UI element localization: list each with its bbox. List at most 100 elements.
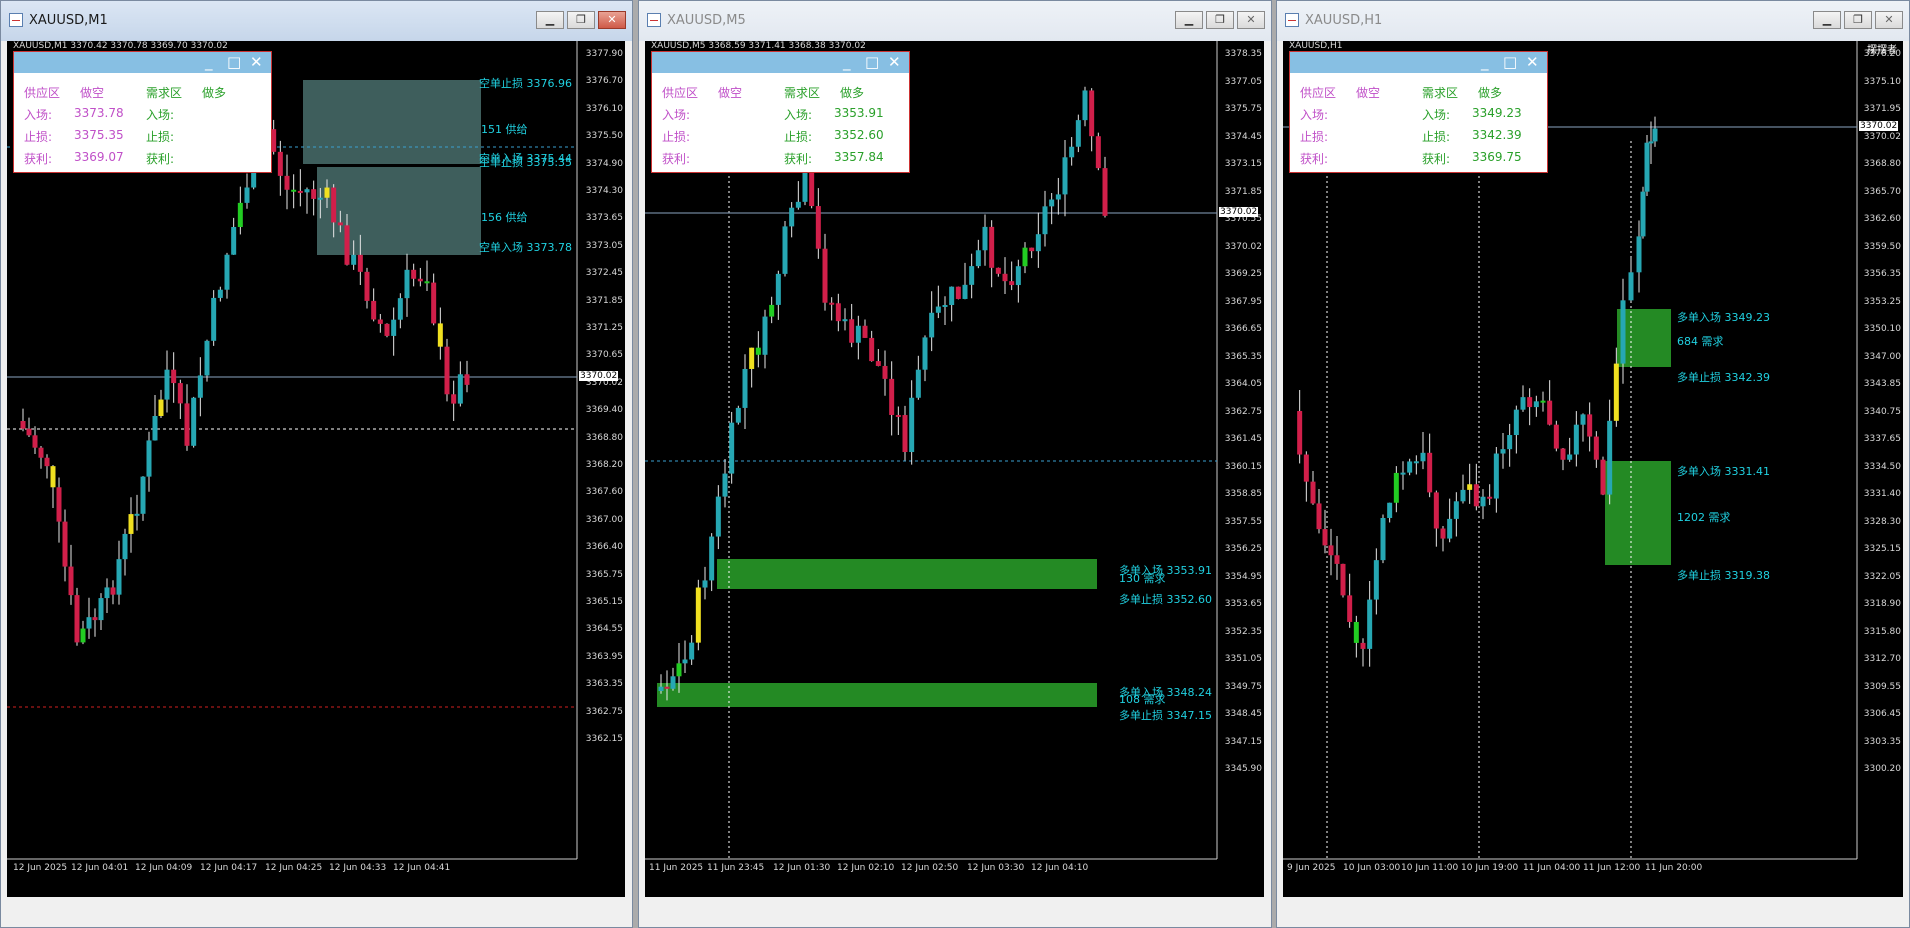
bull-candle — [98, 598, 104, 621]
close-button[interactable]: ✕ — [598, 11, 626, 29]
panel-minimize-button[interactable]: _ — [205, 53, 213, 71]
bull-candle — [1400, 472, 1406, 475]
window-titlebar[interactable]: XAUUSD,M5 ▁ ❐ ✕ — [639, 1, 1271, 41]
panel-close-button[interactable]: ✕ — [250, 53, 263, 71]
window-titlebar[interactable]: XAUUSD,H1 ▁ ❐ ✕ — [1277, 1, 1909, 41]
price-tick-label: 3374.45 — [1224, 131, 1262, 142]
price-tick-label: 3371.25 — [585, 323, 623, 333]
bear-candle — [829, 302, 835, 305]
bear-candle — [995, 267, 1001, 274]
bull-candle — [1580, 414, 1586, 425]
price-tick-label: 3373.05 — [585, 240, 623, 251]
panel-close-button[interactable]: ✕ — [888, 53, 901, 71]
panel-header[interactable]: _ □ ✕ — [1290, 52, 1547, 73]
price-chart[interactable]: XAUUSD,M5 3368.59 3371.41 3368.38 3370.0… — [645, 41, 1264, 897]
price-tick-label: 3370.65 — [585, 350, 623, 361]
trade-info-panel[interactable]: _ □ ✕ 供应区 做空 需求区 做多 入场: 入场: 3349.23 止损: … — [1289, 51, 1548, 173]
bear-candle — [1600, 459, 1606, 495]
bull-candle — [86, 617, 92, 629]
time-tick-label: 10 Jun 11:00 — [1401, 863, 1459, 873]
panel-minimize-button[interactable]: _ — [1481, 53, 1489, 71]
supply-zone-label: 供应区 — [24, 86, 61, 100]
price-tick-label: 3362.75 — [585, 706, 623, 717]
bear-candle — [32, 435, 38, 448]
bull-candle — [975, 250, 981, 267]
panel-minimize-button[interactable]: _ — [843, 53, 851, 71]
price-tick-label: 3374.90 — [585, 158, 623, 169]
restore-button[interactable]: ❐ — [1844, 11, 1872, 29]
minimize-button[interactable]: ▁ — [1175, 11, 1203, 29]
bear-candle — [1587, 414, 1593, 437]
panel-maximize-button[interactable]: □ — [865, 53, 879, 71]
minimize-button[interactable]: ▁ — [536, 11, 564, 29]
bear-candle — [1473, 484, 1479, 507]
time-tick-label: 11 Jun 12:00 — [1583, 863, 1641, 873]
long-entry-label: 入场: — [784, 108, 813, 122]
bull-candle — [1573, 424, 1579, 455]
bull-candle — [775, 273, 781, 305]
price-tick-label: 3375.75 — [1224, 104, 1262, 114]
time-tick-label: 12 Jun 02:50 — [901, 863, 959, 873]
restore-button[interactable]: ❐ — [1206, 11, 1234, 29]
bull-candle — [351, 254, 357, 265]
zone-label: 多单止损 3347.15 — [1119, 709, 1212, 722]
panel-header[interactable]: _ □ ✕ — [14, 52, 271, 73]
bull-candle — [191, 397, 197, 446]
window-title: XAUUSD,M1 — [29, 13, 108, 28]
chart-window-m5[interactable]: XAUUSD,M5 ▁ ❐ ✕ XAUUSD,M5 3368.59 3371.4… — [638, 0, 1272, 928]
bull-candle — [782, 226, 788, 274]
panel-close-button[interactable]: ✕ — [1526, 53, 1539, 71]
price-tick-label: 3373.65 — [585, 213, 623, 224]
price-tick-label: 3353.25 — [1863, 296, 1901, 307]
price-tick-label: 3349.75 — [1224, 681, 1262, 692]
price-tick-label: 3361.45 — [1224, 434, 1262, 444]
bear-candle — [1328, 545, 1334, 556]
bear-candle — [74, 595, 80, 643]
chart-window-icon — [1285, 13, 1299, 27]
price-zone — [317, 167, 481, 255]
window-titlebar[interactable]: XAUUSD,M1 ▁ ❐ ✕ — [1, 1, 632, 41]
bull-candle — [969, 266, 975, 285]
bear-candle — [1334, 555, 1340, 564]
bull-candle — [1380, 517, 1386, 561]
price-chart[interactable]: XAUUSD,M1 3370.42 3370.78 3369.70 3370.0… — [7, 41, 625, 897]
minimize-button[interactable]: ▁ — [1813, 11, 1841, 29]
bear-candle — [869, 337, 875, 362]
price-tick-label: 3364.05 — [1224, 379, 1262, 389]
price-tick-label: 3350.10 — [1863, 324, 1901, 334]
time-tick-label: 10 Jun 03:00 — [1343, 863, 1401, 873]
chart-window-m1[interactable]: XAUUSD,M1 ▁ ❐ ✕ XAUUSD,M1 3370.42 3370.7… — [0, 0, 633, 928]
price-tick-label: 3377.05 — [1224, 76, 1262, 87]
bear-candle — [297, 190, 303, 193]
panel-maximize-button[interactable]: □ — [1503, 53, 1517, 71]
bull-candle — [1540, 400, 1546, 403]
bull-candle — [735, 407, 741, 423]
time-tick-label: 12 Jun 04:09 — [135, 863, 193, 873]
zone-label: 151 供给 — [481, 123, 528, 136]
zone-label: 空单入场 3373.78 — [479, 241, 572, 254]
chart-window-h1[interactable]: XAUUSD,H1 ▁ ❐ ✕ XAUUSD,H1 摆摆者 3378.20 337… — [1276, 0, 1910, 928]
window-title: XAUUSD,H1 — [1305, 13, 1383, 28]
price-chart[interactable]: XAUUSD,H1 摆摆者 3378.20 3375.10 3371.95 3370.… — [1283, 41, 1903, 897]
panel-header[interactable]: _ □ ✕ — [652, 52, 909, 73]
restore-button[interactable]: ❐ — [567, 11, 595, 29]
bull-candle — [729, 422, 735, 474]
panel-maximize-button[interactable]: □ — [227, 53, 241, 71]
time-tick-label: 12 Jun 04:10 — [1031, 863, 1089, 873]
time-tick-label: 12 Jun 04:01 — [71, 863, 129, 873]
close-button[interactable]: ✕ — [1237, 11, 1265, 29]
trade-info-panel[interactable]: _ □ ✕ 供应区 做空 需求区 做多 入场: 3373.78 入场: 止损: … — [13, 51, 272, 173]
trade-info-panel[interactable]: _ □ ✕ 供应区 做空 需求区 做多 入场: 入场: 3353.91 止损: … — [651, 51, 910, 173]
bear-candle — [1360, 642, 1366, 649]
bull-candle — [715, 496, 721, 537]
long-entry-value: 3353.91 — [834, 106, 884, 120]
bear-candle — [1593, 436, 1599, 460]
price-tick-label: 3306.45 — [1863, 709, 1901, 719]
bear-candle — [384, 323, 390, 336]
bull-candle — [204, 340, 210, 376]
bull-candle — [749, 347, 755, 369]
close-button[interactable]: ✕ — [1875, 11, 1903, 29]
bull-candle — [391, 319, 397, 336]
bear-candle — [1322, 529, 1328, 546]
bull-candle — [1648, 141, 1654, 144]
